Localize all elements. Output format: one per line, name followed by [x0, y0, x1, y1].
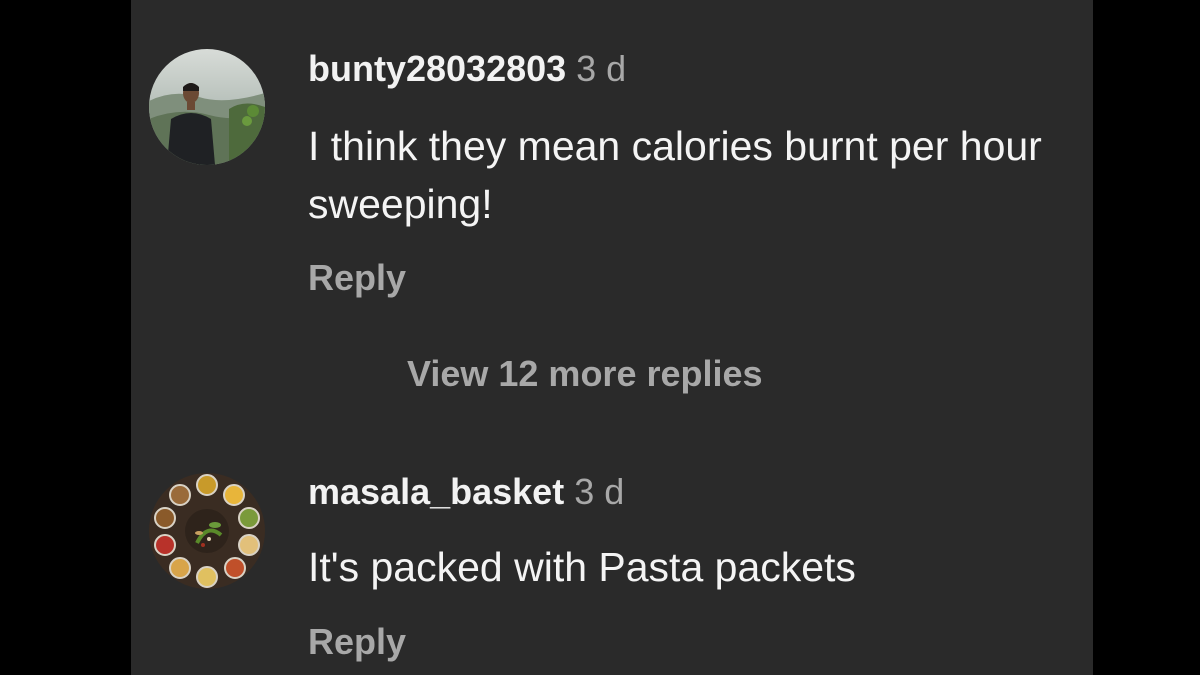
reply-button[interactable]: Reply	[308, 258, 406, 298]
comment-text: I think they mean calories burnt per hou…	[308, 123, 1042, 227]
reply-button[interactable]: Reply	[308, 622, 406, 662]
comment-meta: masala_basket 3 d	[308, 472, 624, 512]
person-avatar-image	[149, 49, 265, 165]
username[interactable]: masala_basket	[308, 471, 564, 512]
comment-meta: bunty28032803 3 d	[308, 49, 626, 89]
comment-text: It's packed with Pasta packets	[308, 544, 856, 590]
avatar[interactable]	[149, 473, 265, 589]
spice-bowls-avatar-image	[149, 473, 265, 589]
timestamp: 3 d	[574, 471, 625, 512]
comments-panel: bunty28032803 3 d I think they mean calor…	[131, 0, 1093, 675]
view-more-replies-button[interactable]: View 12 more replies	[407, 354, 763, 394]
avatar[interactable]	[149, 49, 265, 165]
username[interactable]: bunty28032803	[308, 48, 566, 89]
timestamp: 3 d	[576, 48, 627, 89]
